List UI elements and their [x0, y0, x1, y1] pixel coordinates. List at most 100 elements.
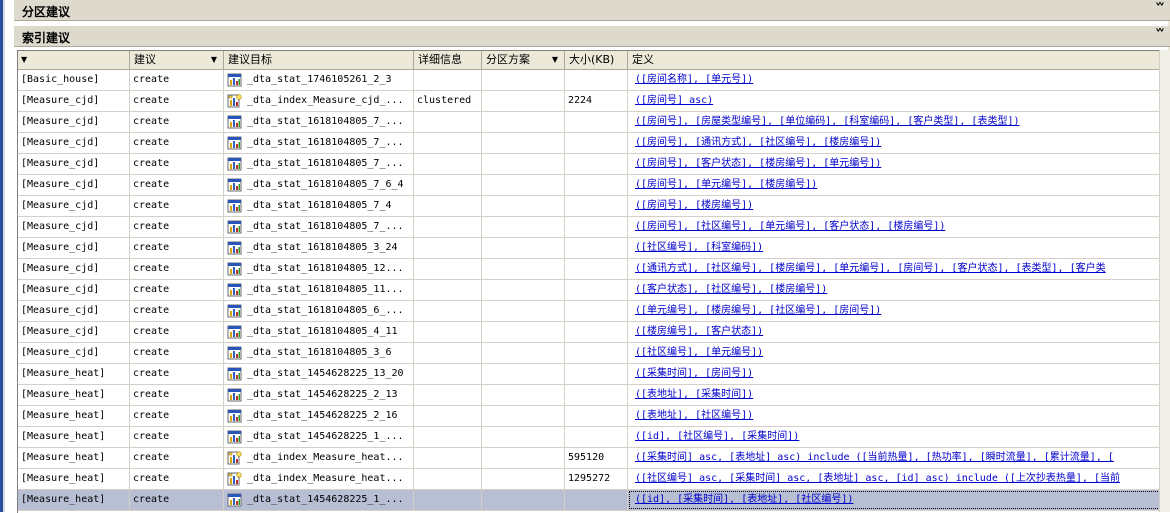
definition-link[interactable]: ([社区编号], [科室编码]) [628, 238, 1161, 258]
definition-link[interactable]: ([id], [社区编号], [采集时间]) [628, 427, 1161, 447]
table-name-cell: [Measure_cjd] [18, 322, 130, 342]
definition-link[interactable]: ([社区编号] asc, [采集时间] asc, [表地址] asc, [id]… [628, 469, 1161, 489]
vertical-scrollbar[interactable] [1159, 50, 1170, 512]
table-row[interactable]: [Measure_heat] create _dta_stat_1454628225… [18, 385, 1161, 406]
table-row[interactable]: [Measure_cjd] create _dta_stat_1618104805_… [18, 280, 1161, 301]
definition-link[interactable]: ([采集时间], [房间号]) [628, 364, 1161, 384]
size-column-header[interactable]: 大小(KB) [565, 51, 628, 69]
table-name-cell: [Measure_heat] [18, 448, 130, 468]
definition-link[interactable]: ([房间号], [单元编号], [楼房编号]) [628, 175, 1161, 195]
scheme-cell [482, 112, 565, 132]
table-row[interactable]: [Measure_cjd] create _dta_stat_1618104805_… [18, 217, 1161, 238]
action-cell: create [130, 196, 224, 216]
expand-chevron-icon[interactable]: ˅˅ [1155, 1, 1165, 19]
table-name-cell: [Measure_cjd] [18, 91, 130, 111]
scheme-cell [482, 217, 565, 237]
detail-column-header[interactable]: 详细信息 [414, 51, 482, 69]
table-row[interactable]: [Measure_cjd] create _dta_stat_1618104805_… [18, 154, 1161, 175]
statistics-icon [227, 283, 242, 297]
table-row[interactable]: [Measure_cjd] create _dta_stat_1618104805_… [18, 322, 1161, 343]
definition-link[interactable]: ([客户状态], [社区编号], [楼房编号]) [628, 280, 1161, 300]
definition-link[interactable]: ([楼房编号], [客户状态]) [628, 322, 1161, 342]
target-cell: _dta_stat_1454628225_13_20 [224, 364, 414, 384]
table-row[interactable]: [Basic_house] create _dta_stat_1746105261_… [18, 70, 1161, 91]
size-cell [565, 217, 628, 237]
detail-cell [414, 448, 482, 468]
action-cell: create [130, 364, 224, 384]
statistics-icon [227, 199, 242, 213]
size-cell [565, 343, 628, 363]
definition-link[interactable]: ([房间号], [客户状态], [楼房编号], [单元编号]) [628, 154, 1161, 174]
sort-dropdown-icon[interactable]: ▼ [21, 51, 27, 69]
detail-cell [414, 427, 482, 447]
table-row[interactable]: [Measure_cjd] create _dta_stat_1618104805_… [18, 196, 1161, 217]
statistics-icon [227, 304, 242, 318]
statistics-icon [227, 157, 242, 171]
action-cell: create [130, 238, 224, 258]
definition-link[interactable]: ([房间号], [社区编号], [单元编号], [客户状态], [楼房编号]) [628, 217, 1161, 237]
action-cell: create [130, 427, 224, 447]
target-name: _dta_stat_1454628225_2_13 [247, 389, 398, 400]
definition-link[interactable]: ([房间名称], [单元号]) [628, 70, 1161, 90]
definition-link[interactable]: ([房间号] asc) [628, 91, 1161, 111]
size-cell [565, 112, 628, 132]
scheme-cell [482, 154, 565, 174]
table-row[interactable]: [Measure_cjd] create _dta_stat_1618104805_… [18, 238, 1161, 259]
scheme-cell [482, 427, 565, 447]
table-row[interactable]: [Measure_cjd] create _dta_stat_1618104805_… [18, 175, 1161, 196]
size-cell [565, 364, 628, 384]
target-cell: _dta_stat_1618104805_12... [224, 259, 414, 279]
statistics-icon [227, 73, 242, 87]
action-column-header[interactable]: 建议 ▼ [130, 51, 224, 69]
index-recommendations-header[interactable]: 索引建议 ˅˅ [14, 26, 1170, 47]
definition-link[interactable]: ([表地址], [采集时间]) [628, 385, 1161, 405]
detail-cell [414, 280, 482, 300]
definition-link[interactable]: ([id], [采集时间], [表地址], [社区编号]) [628, 490, 1161, 510]
scheme-column-header[interactable]: 分区方案 ▼ [482, 51, 565, 69]
table-row[interactable]: [Measure_cjd] create _dta_stat_1618104805_… [18, 259, 1161, 280]
definition-link[interactable]: ([房间号], [房屋类型编号], [单位编码], [科室编码], [客户类型]… [628, 112, 1161, 132]
definition-link[interactable]: ([通讯方式], [社区编号], [楼房编号], [单元编号], [房间号], … [628, 259, 1161, 279]
scheme-cell [482, 301, 565, 321]
table-row[interactable]: [Measure_heat] create _dta_stat_1454628225… [18, 364, 1161, 385]
target-name: _dta_stat_1618104805_7_... [247, 221, 404, 232]
section-title: 分区建议 [22, 5, 71, 19]
statistics-icon [227, 262, 242, 276]
table-row[interactable]: [Measure_heat] create _dta_stat_1454628225… [18, 490, 1161, 511]
table-row[interactable]: [Measure_heat] create _dta_index_Measure_h… [18, 448, 1161, 469]
definition-link[interactable]: ([表地址], [社区编号]) [628, 406, 1161, 426]
table-name-cell: [Measure_cjd] [18, 301, 130, 321]
target-column-header[interactable]: 建议目标 [224, 51, 414, 69]
table-row[interactable]: [Measure_cjd] create _dta_stat_1618104805_… [18, 133, 1161, 154]
size-cell [565, 427, 628, 447]
table-row[interactable]: [Measure_heat] create _dta_index_Measure_h… [18, 469, 1161, 490]
column-header-label: 分区方案 [486, 53, 530, 66]
action-cell: create [130, 343, 224, 363]
definition-link[interactable]: ([采集时间] asc, [表地址] asc) include ([当前热量],… [628, 448, 1161, 468]
table-row[interactable]: [Measure_cjd] create _dta_index_Measure_cj… [18, 91, 1161, 112]
target-cell: _dta_stat_1618104805_7_4 [224, 196, 414, 216]
table-row[interactable]: [Measure_heat] create _dta_stat_1454628225… [18, 427, 1161, 448]
scheme-cell [482, 448, 565, 468]
sort-dropdown-icon[interactable]: ▼ [552, 51, 558, 69]
sort-dropdown-icon[interactable]: ▼ [211, 51, 217, 69]
definition-column-header[interactable]: 定义 [628, 51, 1161, 69]
table-name-cell: [Measure_heat] [18, 469, 130, 489]
definition-link[interactable]: ([社区编号], [单元编号]) [628, 343, 1161, 363]
table-name-cell: [Measure_cjd] [18, 259, 130, 279]
scheme-cell [482, 406, 565, 426]
table-row[interactable]: [Measure_cjd] create _dta_stat_1618104805_… [18, 301, 1161, 322]
definition-link[interactable]: ([房间号], [通讯方式], [社区编号], [楼房编号]) [628, 133, 1161, 153]
detail-cell [414, 238, 482, 258]
table-row[interactable]: [Measure_cjd] create _dta_stat_1618104805_… [18, 112, 1161, 133]
target-cell: _dta_index_Measure_heat... [224, 469, 414, 489]
size-cell [565, 133, 628, 153]
partition-recommendations-header[interactable]: 分区建议 ˅˅ [14, 0, 1170, 21]
definition-link[interactable]: ([房间号], [楼房编号]) [628, 196, 1161, 216]
definition-link[interactable]: ([单元编号], [楼房编号], [社区编号], [房间号]) [628, 301, 1161, 321]
table-row[interactable]: [Measure_heat] create _dta_stat_1454628225… [18, 406, 1161, 427]
table-column-header[interactable]: ▼ [18, 51, 130, 69]
table-row[interactable]: [Measure_cjd] create _dta_stat_1618104805_… [18, 343, 1161, 364]
collapse-chevron-icon[interactable]: ˅˅ [1155, 27, 1165, 45]
table-name-cell: [Measure_cjd] [18, 343, 130, 363]
